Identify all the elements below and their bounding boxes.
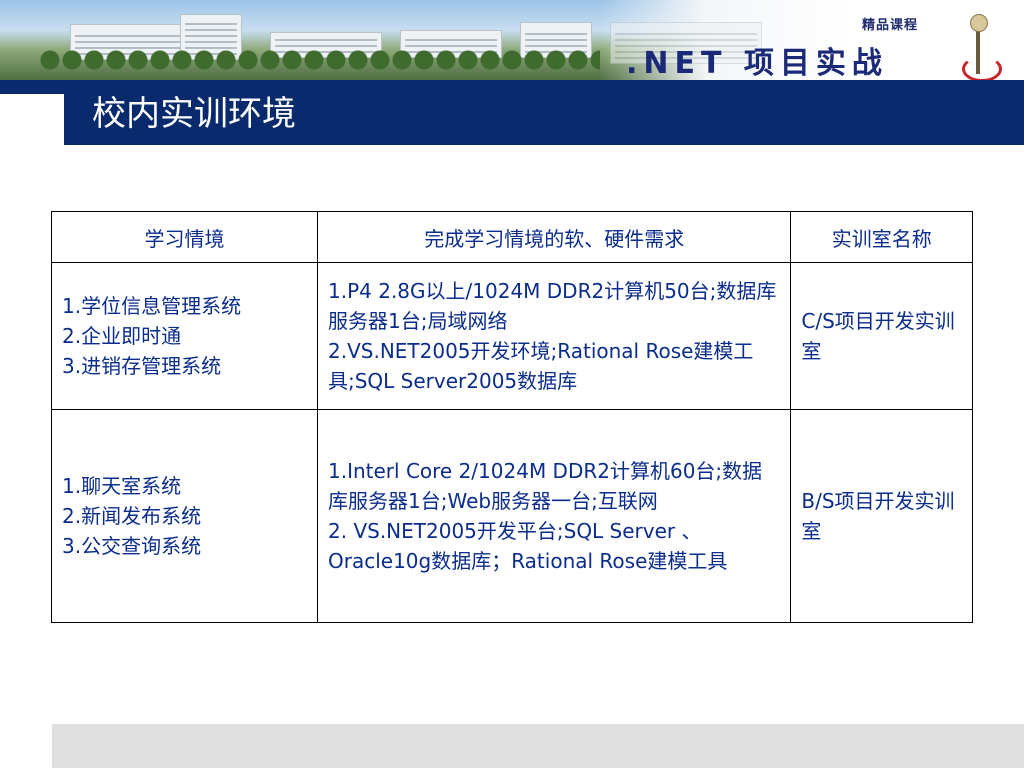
column-header-scenario: 学习情境 — [51, 211, 318, 263]
table-row: 1.学位信息管理系统 2.企业即时通 3.进销存管理系统 1.P4 2.8G以上… — [51, 262, 973, 410]
scenario-item: 1.学位信息管理系统 — [62, 294, 242, 318]
banner-trees — [40, 50, 600, 80]
requirement-item: 2. VS.NET2005开发平台;SQL Server 、Oracle10g数… — [328, 519, 728, 573]
training-environment-table: 学习情境 完成学习情境的软、硬件需求 实训室名称 1.学位信息管理系统 2.企业… — [51, 211, 973, 623]
tower-logo-icon — [962, 8, 1002, 80]
requirements-cell: 1.P4 2.8G以上/1024M DDR2计算机50台;数据库服务器1台;局域… — [316, 262, 792, 410]
table-header-row: 学习情境 完成学习情境的软、硬件需求 实训室名称 — [51, 211, 973, 263]
requirements-cell: 1.Interl Core 2/1024M DDR2计算机60台;数据库服务器1… — [316, 409, 792, 623]
page-title: 校内实训环境 — [92, 94, 296, 134]
requirement-item: 1.Interl Core 2/1024M DDR2计算机60台;数据库服务器1… — [328, 459, 763, 513]
scenario-item: 3.公交查询系统 — [62, 534, 202, 558]
scenario-cell: 1.学位信息管理系统 2.企业即时通 3.进销存管理系统 — [51, 262, 318, 410]
title-band-notch — [0, 94, 64, 145]
column-header-lab: 实训室名称 — [790, 211, 973, 263]
scenario-item: 1.聊天室系统 — [62, 474, 182, 498]
column-header-requirements: 完成学习情境的软、硬件需求 — [316, 211, 792, 263]
scenario-item: 2.企业即时通 — [62, 324, 182, 348]
requirement-item: 1.P4 2.8G以上/1024M DDR2计算机50台;数据库服务器1台;局域… — [328, 279, 777, 333]
course-name: .NET 项目实战 — [626, 46, 888, 80]
footer-bar — [52, 724, 1024, 768]
requirement-item: 2.VS.NET2005开发环境;Rational Rose建模工具;SQL S… — [328, 339, 754, 393]
lab-name-cell: C/S项目开发实训室 — [790, 262, 973, 410]
lab-name-cell: B/S项目开发实训室 — [790, 409, 973, 623]
table-row: 1.聊天室系统 2.新闻发布系统 3.公交查询系统 1.Interl Core … — [51, 409, 973, 623]
scenario-item: 3.进销存管理系统 — [62, 354, 222, 378]
scenario-item: 2.新闻发布系统 — [62, 504, 202, 528]
header-banner: 精品课程 .NET 项目实战 — [0, 0, 1024, 80]
course-tag: 精品课程 — [862, 18, 919, 33]
scenario-cell: 1.聊天室系统 2.新闻发布系统 3.公交查询系统 — [51, 409, 318, 623]
